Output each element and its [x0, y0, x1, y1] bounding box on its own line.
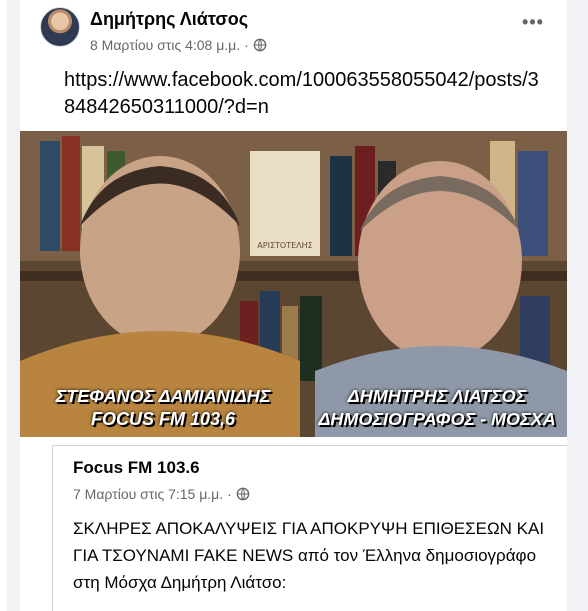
- more-options-icon[interactable]: •••: [517, 12, 549, 32]
- left-page-strip: [0, 0, 7, 611]
- post-timestamp[interactable]: 8 Μαρτίου στις 4:08 μ.μ.: [90, 37, 240, 53]
- shared-text[interactable]: ΣΚΛΗΡΕΣ ΑΠΟΚΑΛΥΨΕΙΣ ΓΙΑ ΑΠΟΚΡΥΨΗ ΕΠΙΘΕΣΕ…: [73, 515, 553, 596]
- shared-meta: 7 Μαρτίου στις 7:15 μ.μ. ·: [73, 486, 250, 502]
- post-header: Δημήτρης Λιάτσος 8 Μαρτίου στις 4:08 μ.μ…: [20, 0, 567, 60]
- globe-icon[interactable]: [253, 38, 267, 52]
- shared-post-box[interactable]: Focus FM 103.6 7 Μαρτίου στις 7:15 μ.μ. …: [52, 445, 567, 611]
- shared-image[interactable]: ΑΡΙΣΤΟΤΕΛΗΣ ΣΤΕΦΑΝΟΣ ΔΑΜΙΑΝΙΔΗΣ FOCUS FM…: [20, 131, 567, 437]
- globe-icon[interactable]: [236, 487, 250, 501]
- caption-left: ΣΤΕΦΑΝΟΣ ΔΑΜΙΑΝΙΔΗΣ FOCUS FM 103,6: [38, 385, 288, 431]
- author-avatar[interactable]: [40, 7, 80, 47]
- post-meta: 8 Μαρτίου στις 4:08 μ.μ. ·: [90, 37, 267, 53]
- shared-timestamp[interactable]: 7 Μαρτίου στις 7:15 μ.μ.: [73, 486, 223, 502]
- shared-source[interactable]: Focus FM 103.6: [73, 458, 200, 478]
- shared-separator: ·: [227, 486, 232, 502]
- right-page-strip: [566, 0, 588, 611]
- author-name[interactable]: Δημήτρης Λιάτσος: [90, 9, 248, 30]
- caption-right: ΔΗΜΗΤΡΗΣ ΛΙΑΤΣΟΣ ΔΗΜΟΣΙΟΓΡΑΦΟΣ - ΜΟΣΧΑ: [307, 385, 567, 431]
- post-card: Δημήτρης Λιάτσος 8 Μαρτίου στις 4:08 μ.μ…: [20, 0, 567, 611]
- post-text[interactable]: https://www.facebook.com/100063558055042…: [64, 67, 549, 121]
- caption-left-name: ΣΤΕΦΑΝΟΣ ΔΑΜΙΑΝΙΔΗΣ: [55, 386, 271, 406]
- caption-right-role: ΔΗΜΟΣΙΟΓΡΑΦΟΣ - ΜΟΣΧΑ: [318, 409, 556, 429]
- meta-separator: ·: [244, 37, 249, 53]
- caption-right-name: ΔΗΜΗΤΡΗΣ ΛΙΑΤΣΟΣ: [347, 386, 527, 406]
- book-label: ΑΡΙΣΤΟΤΕΛΗΣ: [257, 241, 312, 250]
- caption-left-station: FOCUS FM 103,6: [90, 409, 236, 429]
